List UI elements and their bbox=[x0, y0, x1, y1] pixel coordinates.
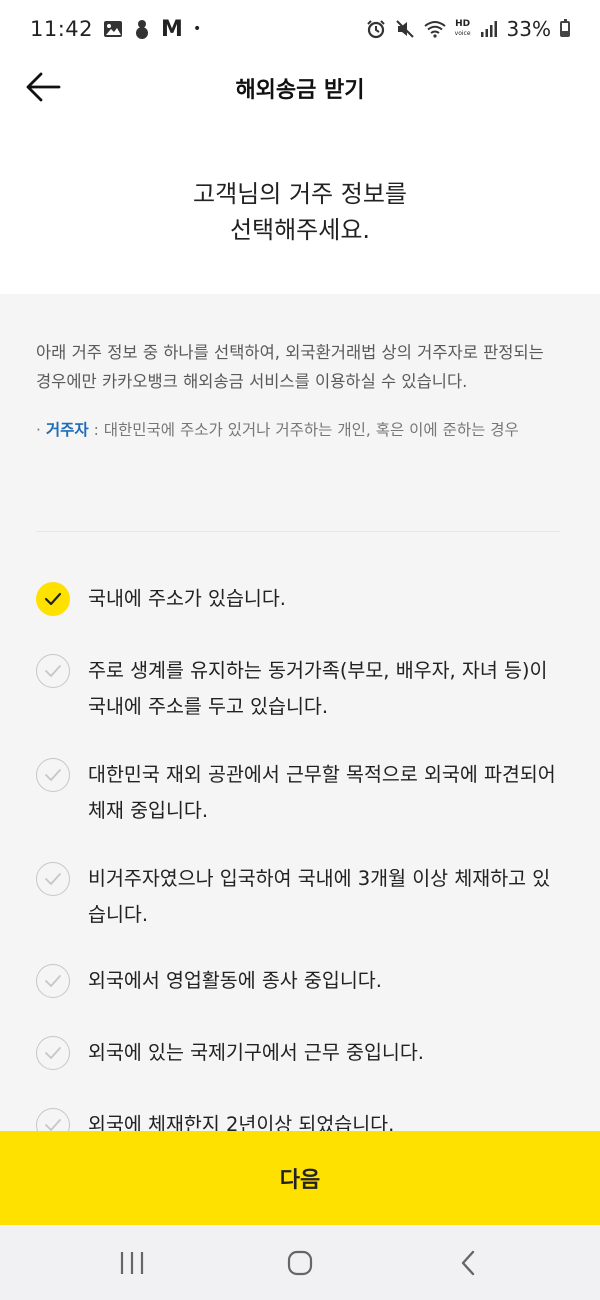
intro-heading-line-1: 고객님의 거주 정보를 bbox=[193, 180, 407, 208]
intro-heading-line-2: 선택해주세요. bbox=[229, 216, 371, 244]
intro-heading: 고객님의 거주 정보를 선택해주세요. bbox=[0, 176, 600, 248]
snowman-icon bbox=[133, 19, 151, 39]
wifi-icon bbox=[424, 20, 446, 38]
resident-definition-note: · 거주자 : 대한민국에 주소가 있거나 거주하는 개인, 혹은 이에 준하는… bbox=[36, 416, 564, 445]
check-circle-icon bbox=[36, 964, 70, 998]
page-title: 해외송금 받기 bbox=[235, 78, 365, 103]
system-back-button[interactable] bbox=[448, 1247, 488, 1279]
residency-option-6[interactable]: 외국에 있는 국제기구에서 근무 중입니다. bbox=[36, 1035, 556, 1071]
app-header: 해외송금 받기 bbox=[0, 58, 600, 114]
mute-icon bbox=[395, 19, 415, 39]
option-label: 외국에서 영업활동에 종사 중입니다. bbox=[88, 969, 382, 992]
battery-percent: 33% bbox=[506, 17, 551, 41]
intro-section: 고객님의 거주 정보를 선택해주세요. bbox=[0, 114, 600, 294]
info-description: 아래 거주 정보 중 하나를 선택하여, 외국환거래법 상의 거주자로 판정되는… bbox=[36, 343, 544, 391]
residency-option-1[interactable]: 국내에 주소가 있습니다. bbox=[36, 581, 556, 617]
check-circle-icon bbox=[36, 758, 70, 792]
hd-voice-icon: HD voice bbox=[455, 20, 471, 38]
gallery-icon bbox=[103, 20, 123, 38]
option-label: 국내에 주소가 있습니다. bbox=[88, 587, 286, 610]
note-text: : 대한민국에 주소가 있거나 거주하는 개인, 혹은 이에 준하는 경우 bbox=[88, 421, 519, 439]
check-circle-icon bbox=[36, 1036, 70, 1070]
option-label: 대한민국 재외 공관에서 근무할 목적으로 외국에 파견되어 체재 중입니다. bbox=[88, 763, 556, 822]
home-button[interactable] bbox=[280, 1247, 320, 1279]
status-time: 11:42 bbox=[30, 17, 94, 41]
section-divider bbox=[36, 531, 560, 532]
status-right: HD voice 33% bbox=[366, 17, 570, 41]
battery-icon bbox=[560, 19, 570, 37]
status-left: 11:42 M • bbox=[30, 17, 201, 42]
chevron-left-icon bbox=[461, 1250, 475, 1276]
status-bar: 11:42 M • HD voice 33% bbox=[0, 0, 600, 58]
home-icon bbox=[287, 1250, 313, 1276]
check-circle-icon bbox=[36, 1108, 70, 1131]
notification-dot-icon: • bbox=[192, 21, 202, 37]
hd-label: HD bbox=[455, 19, 471, 29]
residency-option-2[interactable]: 주로 생계를 유지하는 동거가족(부모, 배우자, 자녀 등)이 국내에 주소를… bbox=[36, 653, 556, 725]
next-button[interactable]: 다음 bbox=[0, 1131, 600, 1225]
system-nav-bar bbox=[0, 1225, 600, 1300]
signal-icon bbox=[480, 20, 498, 38]
check-circle-icon bbox=[36, 582, 70, 616]
note-bullet: · bbox=[36, 421, 46, 439]
voice-label: voice bbox=[454, 30, 471, 37]
alarm-icon bbox=[366, 19, 386, 39]
note-term: 거주자 bbox=[45, 421, 89, 439]
info-section: 아래 거주 정보 중 하나를 선택하여, 외국환거래법 상의 거주자로 판정되는… bbox=[36, 338, 564, 445]
option-label: 외국에 체재한지 2년이상 되었습니다. bbox=[88, 1113, 395, 1131]
gmail-icon: M bbox=[161, 16, 183, 42]
residency-option-7[interactable]: 외국에 체재한지 2년이상 되었습니다. bbox=[36, 1107, 556, 1131]
option-label: 외국에 있는 국제기구에서 근무 중입니다. bbox=[88, 1041, 424, 1064]
recent-apps-icon bbox=[120, 1252, 144, 1274]
option-label: 비거주자였으나 입국하여 국내에 3개월 이상 체재하고 있습니다. bbox=[88, 867, 551, 926]
residency-option-4[interactable]: 비거주자였으나 입국하여 국내에 3개월 이상 체재하고 있습니다. bbox=[36, 861, 556, 933]
recent-apps-button[interactable] bbox=[112, 1247, 152, 1279]
option-label: 주로 생계를 유지하는 동거가족(부모, 배우자, 자녀 등)이 국내에 주소를… bbox=[88, 659, 548, 718]
check-circle-icon bbox=[36, 862, 70, 896]
residency-options-list: 국내에 주소가 있습니다. 주로 생계를 유지하는 동거가족(부모, 배우자, … bbox=[0, 565, 600, 1131]
residency-option-3[interactable]: 대한민국 재외 공관에서 근무할 목적으로 외국에 파견되어 체재 중입니다. bbox=[36, 757, 556, 829]
residency-option-5[interactable]: 외국에서 영업활동에 종사 중입니다. bbox=[36, 963, 556, 999]
check-circle-icon bbox=[36, 654, 70, 688]
